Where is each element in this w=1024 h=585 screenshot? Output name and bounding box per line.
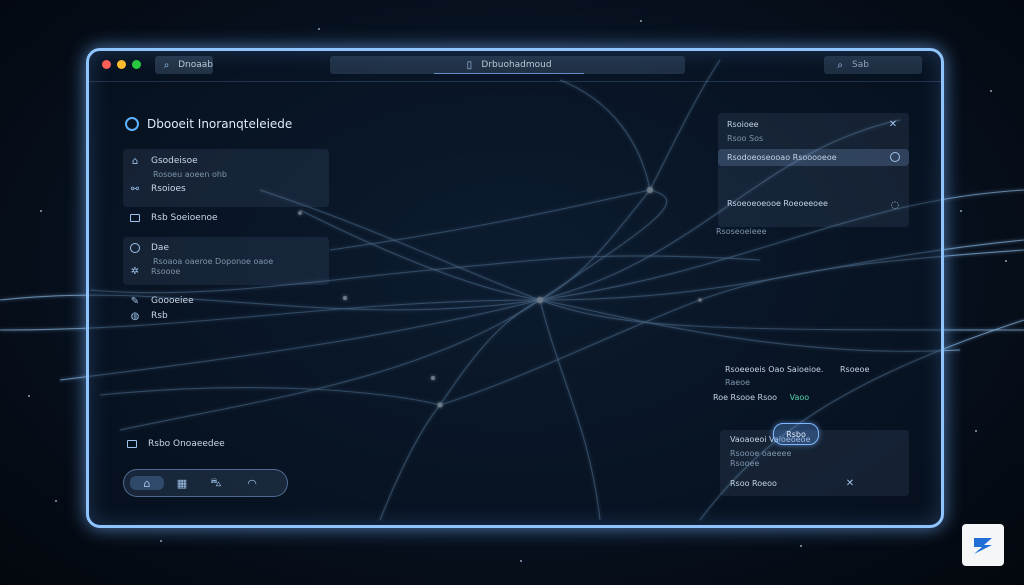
address-underline	[434, 73, 584, 74]
sidebar-footer-item[interactable]: Rsbo Onoaeedee	[126, 439, 225, 449]
sidebar-item-label: Rsb	[151, 311, 168, 321]
nav-car-button[interactable]: ⛍	[208, 476, 224, 490]
sidebar-item-sub: Rsoaoa oaeroe Doponoe oaoe	[153, 257, 274, 266]
monitor-icon	[129, 213, 141, 223]
nav-map-button[interactable]: ▦	[174, 476, 190, 490]
search-placeholder: Sab	[852, 60, 869, 70]
link-icon: ⚯	[130, 183, 140, 195]
right-top-panel	[718, 113, 909, 227]
brand-logo-icon	[125, 117, 139, 131]
map-icon: ▦	[176, 476, 188, 490]
grid-icon	[126, 439, 138, 449]
title-bar: ⌕ Dnoaab ▯ Drbuohadmoud ⌕ Sab	[89, 51, 941, 82]
sidebar-item-label: Rsb Soeioenoe	[151, 213, 218, 223]
address-bar[interactable]: ▯ Drbuohadmoud	[330, 56, 685, 74]
titlebar-tab[interactable]: ⌕ Dnoaab	[155, 56, 213, 74]
sidebar-item-label: Gsodeisoe	[151, 156, 198, 166]
profile-icon: ◠	[247, 476, 257, 490]
brand-mark-icon	[974, 538, 992, 554]
stats-line-1-extra: Rsoeoe	[840, 365, 870, 374]
sparkle-icon: ✲	[130, 265, 140, 277]
stats-line-2: Raeoe	[725, 378, 751, 387]
maximize-window-button[interactable]	[132, 60, 141, 69]
minimize-window-button[interactable]	[117, 60, 126, 69]
search-icon: ⌕	[837, 59, 843, 71]
stats-line-1-text: Rsoeeoeis Oao Saioeioe.	[725, 365, 824, 374]
sidebar-item-monitor[interactable]: Rsb Soeioenoe	[129, 213, 218, 223]
globe-icon: ◍	[130, 310, 140, 322]
message-sub-2: Rsooee	[730, 459, 760, 468]
search-box[interactable]: ⌕ Sab	[824, 56, 922, 74]
sidebar-item-label: Rsoioes	[151, 184, 186, 194]
nav-profile-button[interactable]: ◠	[244, 476, 260, 490]
titlebar-tab-label: Dnoaab	[178, 60, 213, 70]
bottom-nav-bar: ⌂ ▦ ⛍ ◠	[123, 469, 288, 497]
stats-line-1: Rsoeeoeis Oao Saioeioe. Rsoeoe	[725, 365, 869, 374]
sidebar-item-globe[interactable]: ◍ Rsb	[129, 310, 168, 322]
corner-logo	[962, 524, 1004, 566]
nav-home-button[interactable]: ⌂	[130, 476, 164, 490]
close-window-button[interactable]	[102, 60, 111, 69]
pen-icon: ✎	[130, 295, 140, 307]
search-icon: ⌕	[163, 59, 170, 71]
stats-value: Vaoo	[789, 393, 810, 402]
sidebar-item-sparkle[interactable]: ✲ Rsoooe	[129, 265, 181, 277]
car-icon: ⛍	[210, 475, 222, 489]
home-icon: ⌂	[143, 476, 151, 490]
sidebar-item-chat[interactable]: Dae	[129, 243, 169, 253]
right-card-text: Rsoeoeoeooe Roeoeeoee	[727, 199, 828, 208]
sidebar-item-label: Goooeiee	[151, 296, 194, 306]
stats-line-3-text: Roe Rsooe Rsoo	[713, 393, 778, 402]
sidebar-footer-label: Rsbo Onoaeedee	[148, 439, 225, 449]
right-card-sub: Rsoseoeieee	[716, 227, 767, 236]
address-text: Drbuohadmoud	[481, 60, 552, 70]
message-input[interactable]: Rsoo Roeoo	[730, 479, 777, 488]
tools-icon[interactable]: ✕	[887, 119, 899, 130]
refresh-icon[interactable]: ◌	[889, 200, 901, 211]
sidebar-item-pen[interactable]: ✎ Goooeiee	[129, 295, 194, 307]
stats-line-3: Roe Rsooe Rsoo Vaoo	[713, 393, 809, 402]
gear-icon[interactable]	[889, 152, 901, 162]
right-panel-header: Rsoioee	[727, 120, 759, 129]
send-button[interactable]: Rsbo	[773, 423, 819, 445]
right-row-label: Rsodoeoseooao Rsooooeoe	[727, 153, 837, 162]
sidebar-item-links[interactable]: ⚯ Rsoioes	[129, 183, 186, 195]
sidebar-item-home[interactable]: ⌂ Gsodeisoe	[129, 155, 198, 167]
clear-icon[interactable]: ✕	[844, 478, 856, 489]
message-sub: Rsoooe oaeeee	[730, 449, 792, 458]
app-window: ⌕ Dnoaab ▯ Drbuohadmoud ⌕ Sab Dbooeit In…	[86, 48, 944, 528]
sidebar-item-sub: Rosoeu aoeen ohb	[153, 170, 227, 179]
right-panel-header-sub: Rsoo Sos	[727, 134, 764, 143]
brand-name: Dbooeit Inoranqteleiede	[147, 117, 293, 131]
sidebar-item-label: Dae	[151, 243, 169, 253]
app-brand: Dbooeit Inoranqteleiede	[125, 117, 292, 131]
sidebar-item-sub: Rsoooe	[151, 266, 181, 276]
chat-icon	[129, 243, 141, 253]
document-icon: ▯	[466, 59, 473, 71]
home-icon: ⌂	[131, 155, 139, 167]
